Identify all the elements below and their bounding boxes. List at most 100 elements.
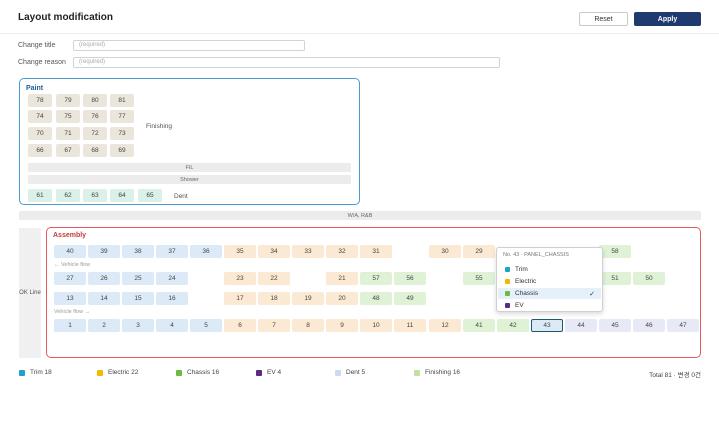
station-cell[interactable]: 56 <box>394 272 426 285</box>
legend-swatch-icon <box>97 369 103 376</box>
dent-cell[interactable]: 64 <box>110 189 134 202</box>
dropdown-option-ev[interactable]: EV <box>498 300 601 311</box>
fil-bar: FIL <box>28 163 351 172</box>
total-summary: Total 81 · 변경 0건 <box>649 372 701 379</box>
station-cell[interactable]: 10 <box>360 319 392 332</box>
dropdown-option-chassis[interactable]: Chassis ✓ <box>498 288 601 299</box>
paint-cell[interactable]: 69 <box>110 144 134 157</box>
station-cell[interactable]: 41 <box>463 319 495 332</box>
paint-cell[interactable]: 74 <box>28 110 52 123</box>
station-cell[interactable]: 18 <box>258 292 290 305</box>
change-title-input[interactable]: (required) <box>73 40 305 51</box>
option-label: Electric <box>515 278 537 285</box>
station-cell[interactable]: 36 <box>190 245 222 258</box>
dent-cell[interactable]: 65 <box>138 189 162 202</box>
paint-cell[interactable]: 77 <box>110 110 134 123</box>
change-reason-label: Change reason <box>18 59 66 66</box>
station-cell[interactable]: 22 <box>258 272 290 285</box>
station-cell[interactable]: 30 <box>429 245 461 258</box>
legend-label: Trim 18 <box>30 369 52 376</box>
station-cell[interactable]: 29 <box>463 245 495 258</box>
legend-swatch-icon <box>19 369 25 376</box>
station-cell[interactable]: 9 <box>326 319 358 332</box>
station-cell[interactable]: 51 <box>599 272 631 285</box>
station-cell[interactable]: 58 <box>599 245 631 258</box>
paint-cell[interactable]: 68 <box>83 144 107 157</box>
station-cell[interactable]: 16 <box>156 292 188 305</box>
paint-cell[interactable]: 72 <box>83 127 107 140</box>
station-cell[interactable]: 8 <box>292 319 324 332</box>
station-cell[interactable]: 37 <box>156 245 188 258</box>
station-cell[interactable]: 47 <box>667 319 699 332</box>
station-cell[interactable]: 24 <box>156 272 188 285</box>
station-cell[interactable]: 48 <box>360 292 392 305</box>
paint-cell[interactable]: 76 <box>83 110 107 123</box>
legend-swatch-icon <box>256 369 262 376</box>
station-cell[interactable]: 35 <box>224 245 256 258</box>
station-cell[interactable]: 15 <box>122 292 154 305</box>
station-cell[interactable]: 13 <box>54 292 86 305</box>
station-cell[interactable]: 2 <box>88 319 120 332</box>
station-cell[interactable]: 20 <box>326 292 358 305</box>
station-cell[interactable]: 6 <box>224 319 256 332</box>
dent-cell[interactable]: 63 <box>83 189 107 202</box>
station-cell[interactable]: 31 <box>360 245 392 258</box>
station-cell[interactable]: 33 <box>292 245 324 258</box>
station-cell[interactable]: 21 <box>326 272 358 285</box>
station-cell[interactable]: 40 <box>54 245 86 258</box>
top-bar: Layout modification Reset Apply <box>0 0 719 34</box>
paint-cell[interactable]: 71 <box>56 127 80 140</box>
paint-cell[interactable]: 70 <box>28 127 52 140</box>
station-cell[interactable]: 44 <box>565 319 597 332</box>
station-cell[interactable]: 32 <box>326 245 358 258</box>
paint-cell[interactable]: 79 <box>56 94 80 107</box>
station-cell[interactable]: 19 <box>292 292 324 305</box>
station-cell[interactable]: 27 <box>54 272 86 285</box>
paint-cell[interactable]: 75 <box>56 110 80 123</box>
station-cell[interactable]: 7 <box>258 319 290 332</box>
legend-finishing: Finishing 16 <box>414 369 460 376</box>
reset-button[interactable]: Reset <box>579 12 628 26</box>
paint-cell[interactable]: 66 <box>28 144 52 157</box>
legend-swatch-icon <box>335 369 341 376</box>
station-cell[interactable]: 25 <box>122 272 154 285</box>
apply-button[interactable]: Apply <box>634 12 701 26</box>
station-cell[interactable]: 5 <box>190 319 222 332</box>
station-cell-selected[interactable]: 43 <box>531 319 563 332</box>
station-cell[interactable]: 23 <box>224 272 256 285</box>
station-cell[interactable]: 12 <box>429 319 461 332</box>
station-cell[interactable]: 50 <box>633 272 665 285</box>
paint-cell[interactable]: 67 <box>56 144 80 157</box>
change-reason-input[interactable]: (required) <box>73 57 500 68</box>
paint-cell[interactable]: 80 <box>83 94 107 107</box>
dent-cell[interactable]: 62 <box>56 189 80 202</box>
station-cell[interactable]: 17 <box>224 292 256 305</box>
station-cell[interactable]: 57 <box>360 272 392 285</box>
station-cell[interactable]: 49 <box>394 292 426 305</box>
legend-label: Chassis 16 <box>187 369 220 376</box>
dent-label: Dent <box>174 193 188 200</box>
station-cell[interactable]: 42 <box>497 319 529 332</box>
station-cell[interactable]: 55 <box>463 272 495 285</box>
legend-label: Dent 5 <box>346 369 366 376</box>
station-cell[interactable]: 11 <box>394 319 426 332</box>
paint-cell[interactable]: 81 <box>110 94 134 107</box>
station-cell[interactable]: 34 <box>258 245 290 258</box>
paint-cell[interactable]: 78 <box>28 94 52 107</box>
option-label: Chassis <box>515 290 539 297</box>
station-cell[interactable]: 45 <box>599 319 631 332</box>
dent-cell[interactable]: 61 <box>28 189 52 202</box>
station-cell[interactable]: 38 <box>122 245 154 258</box>
finishing-label: Finishing <box>146 123 173 130</box>
paint-cell[interactable]: 73 <box>110 127 134 140</box>
station-cell[interactable]: 3 <box>122 319 154 332</box>
station-cell[interactable]: 14 <box>88 292 120 305</box>
station-cell[interactable]: 26 <box>88 272 120 285</box>
station-cell[interactable]: 39 <box>88 245 120 258</box>
dropdown-header: No. 43 · PANEL_CHASSIS <box>503 252 569 258</box>
dropdown-option-trim[interactable]: Trim <box>498 264 601 275</box>
station-cell[interactable]: 1 <box>54 319 86 332</box>
dropdown-option-electric[interactable]: Electric <box>498 276 601 287</box>
station-cell[interactable]: 46 <box>633 319 665 332</box>
station-cell[interactable]: 4 <box>156 319 188 332</box>
